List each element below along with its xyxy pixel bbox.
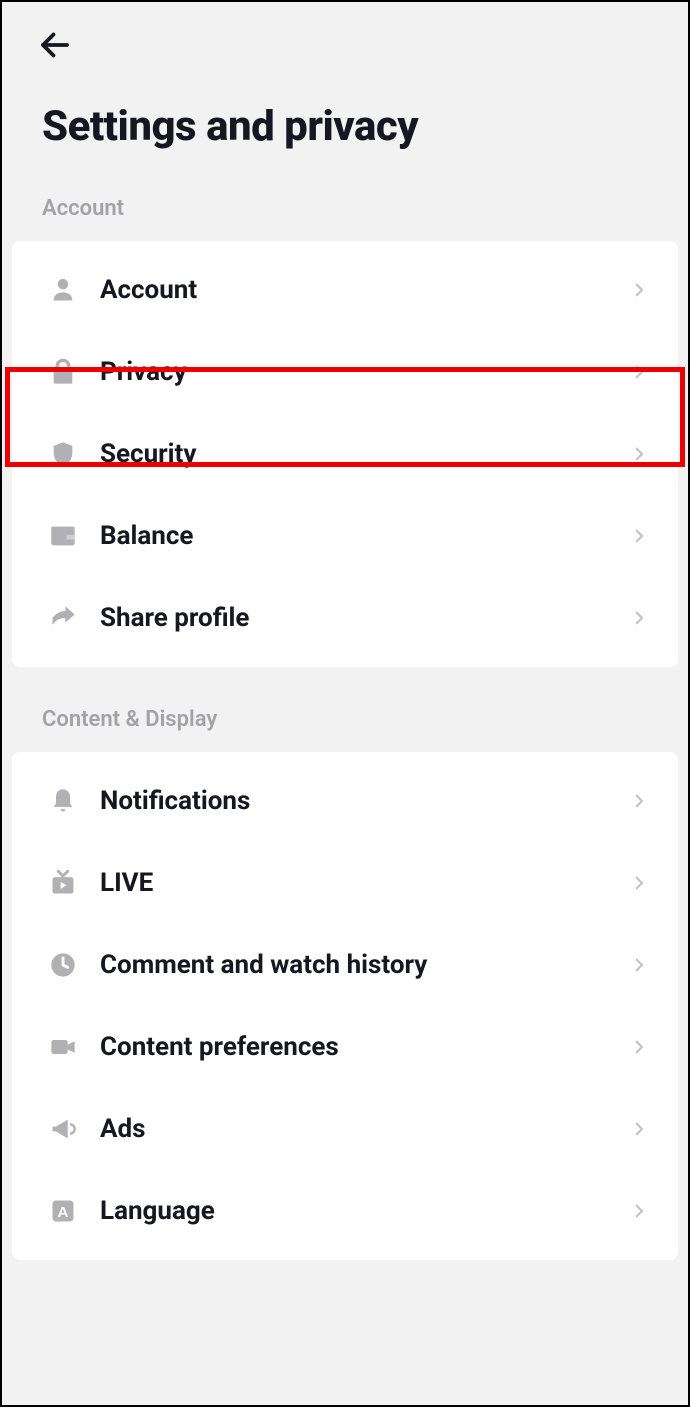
chevron-right-icon — [630, 1202, 648, 1220]
chevron-right-icon — [630, 609, 648, 627]
chevron-right-icon — [630, 1038, 648, 1056]
chevron-right-icon — [630, 792, 648, 810]
svg-text:A: A — [58, 1204, 69, 1221]
section-card-account: Account Privacy Security — [12, 241, 678, 667]
list-item-live[interactable]: LIVE — [12, 842, 678, 924]
list-item-content-preferences[interactable]: Content preferences — [12, 1006, 678, 1088]
list-item-label: Comment and watch history — [100, 950, 630, 980]
person-icon — [46, 276, 80, 304]
video-icon — [46, 1033, 80, 1061]
shield-icon — [46, 440, 80, 468]
list-item-label: Security — [100, 439, 630, 469]
list-item-comment-watch-history[interactable]: Comment and watch history — [12, 924, 678, 1006]
lock-icon — [46, 358, 80, 386]
list-item-label: LIVE — [100, 868, 630, 898]
chevron-right-icon — [630, 874, 648, 892]
language-icon: A — [46, 1197, 80, 1225]
list-item-account[interactable]: Account — [12, 249, 678, 331]
share-icon — [46, 604, 80, 632]
list-item-notifications[interactable]: Notifications — [12, 760, 678, 842]
chevron-right-icon — [630, 281, 648, 299]
page-title: Settings and privacy — [42, 102, 658, 151]
list-item-language[interactable]: A Language — [12, 1170, 678, 1252]
chevron-right-icon — [630, 956, 648, 974]
list-item-security[interactable]: Security — [12, 413, 678, 495]
list-item-label: Content preferences — [100, 1032, 630, 1062]
section-header-content-display: Content & Display — [2, 707, 688, 752]
list-item-label: Share profile — [100, 603, 630, 633]
megaphone-icon — [46, 1115, 80, 1143]
list-item-label: Account — [100, 275, 630, 305]
list-item-label: Language — [100, 1196, 630, 1226]
clock-icon — [46, 951, 80, 979]
section-card-content-display: Notifications LIVE Comment and watch his… — [12, 752, 678, 1260]
chevron-right-icon — [630, 1120, 648, 1138]
list-item-share-profile[interactable]: Share profile — [12, 577, 678, 659]
tv-icon — [46, 869, 80, 897]
back-button[interactable] — [32, 22, 78, 68]
list-item-label: Balance — [100, 521, 630, 551]
list-item-balance[interactable]: Balance — [12, 495, 678, 577]
section-header-account: Account — [2, 196, 688, 241]
list-item-label: Privacy — [100, 357, 630, 387]
list-item-label: Notifications — [100, 786, 630, 816]
chevron-right-icon — [630, 363, 648, 381]
list-item-ads[interactable]: Ads — [12, 1088, 678, 1170]
bell-icon — [46, 787, 80, 815]
chevron-right-icon — [630, 527, 648, 545]
wallet-icon — [46, 522, 80, 550]
list-item-label: Ads — [100, 1114, 630, 1144]
list-item-privacy[interactable]: Privacy — [12, 331, 678, 413]
chevron-right-icon — [630, 445, 648, 463]
back-arrow-icon — [37, 27, 73, 63]
